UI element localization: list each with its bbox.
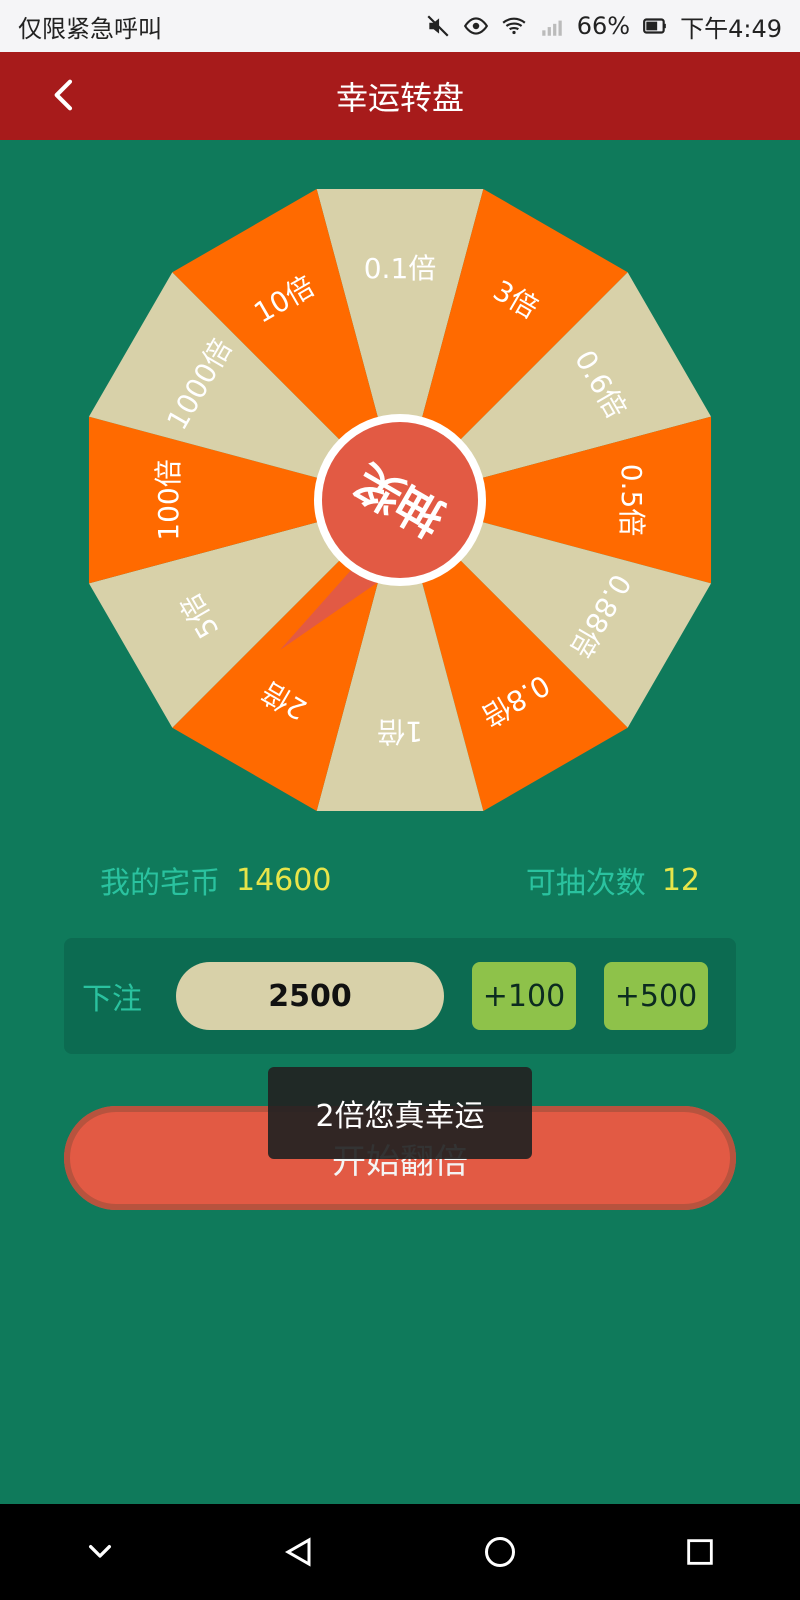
toast-message: 2倍您真幸运	[268, 1067, 532, 1159]
system-nav-bar	[0, 1504, 800, 1600]
nav-collapse-button[interactable]	[68, 1520, 132, 1584]
wheel-segment-label: 0.5倍	[615, 464, 648, 537]
mute-icon	[427, 15, 449, 37]
home-circle-icon	[485, 1537, 515, 1567]
status-time: 下午4:49	[680, 14, 782, 43]
lucky-wheel: 0.1倍 3倍 0.6倍 0.5倍 0.88倍 0.8倍 1倍 2倍 5倍 100倍 1000倍 10…	[80, 180, 720, 820]
coins-label: 我的宅币	[100, 866, 220, 901]
eye-icon	[463, 17, 488, 35]
recent-square-icon	[687, 1539, 713, 1565]
user-stats: 我的宅币 14600 可抽次数 12	[100, 860, 700, 902]
signal-icon	[542, 20, 562, 36]
add-100-button[interactable]: +100	[472, 962, 576, 1030]
battery-percent: 66%	[576, 12, 631, 40]
draws-stat: 可抽次数 12	[525, 860, 700, 902]
draws-value: 12	[661, 862, 700, 898]
wheel-segment-label: 1倍	[377, 715, 423, 748]
page-title: 幸运转盘	[335, 79, 464, 117]
bet-amount[interactable]: 2500	[176, 962, 444, 1030]
back-triangle-icon	[284, 1537, 311, 1567]
bet-panel: 下注 2500 +100 +500	[64, 938, 736, 1054]
wheel-segment-label: 100倍	[152, 459, 185, 540]
status-bar: 仅限紧急呼叫 66% 下午4:49	[0, 0, 800, 52]
wheel-svg: 0.1倍3倍0.6倍0.5倍0.88倍0.8倍1倍2倍5倍100倍1000倍10…	[88, 188, 712, 812]
battery-icon	[643, 18, 666, 34]
nav-recent-button[interactable]	[668, 1520, 732, 1584]
coins-value: 14600	[236, 862, 332, 898]
status-right: 66% 下午4:49	[425, 9, 782, 44]
back-button[interactable]	[40, 70, 90, 120]
chevron-down-icon	[89, 1545, 111, 1558]
add-500-button[interactable]: +500	[604, 962, 708, 1030]
app-bar: 幸运转盘	[0, 52, 800, 140]
nav-back-button[interactable]	[268, 1520, 332, 1584]
wifi-icon	[502, 17, 526, 35]
draws-label: 可抽次数	[525, 866, 646, 901]
coins-stat: 我的宅币 14600	[100, 860, 332, 902]
status-left-text: 仅限紧急呼叫	[18, 14, 162, 43]
wheel-segment-label: 0.1倍	[364, 252, 437, 285]
chevron-left-icon	[54, 79, 73, 111]
bet-label: 下注	[82, 982, 142, 1017]
nav-home-button[interactable]	[468, 1520, 532, 1584]
